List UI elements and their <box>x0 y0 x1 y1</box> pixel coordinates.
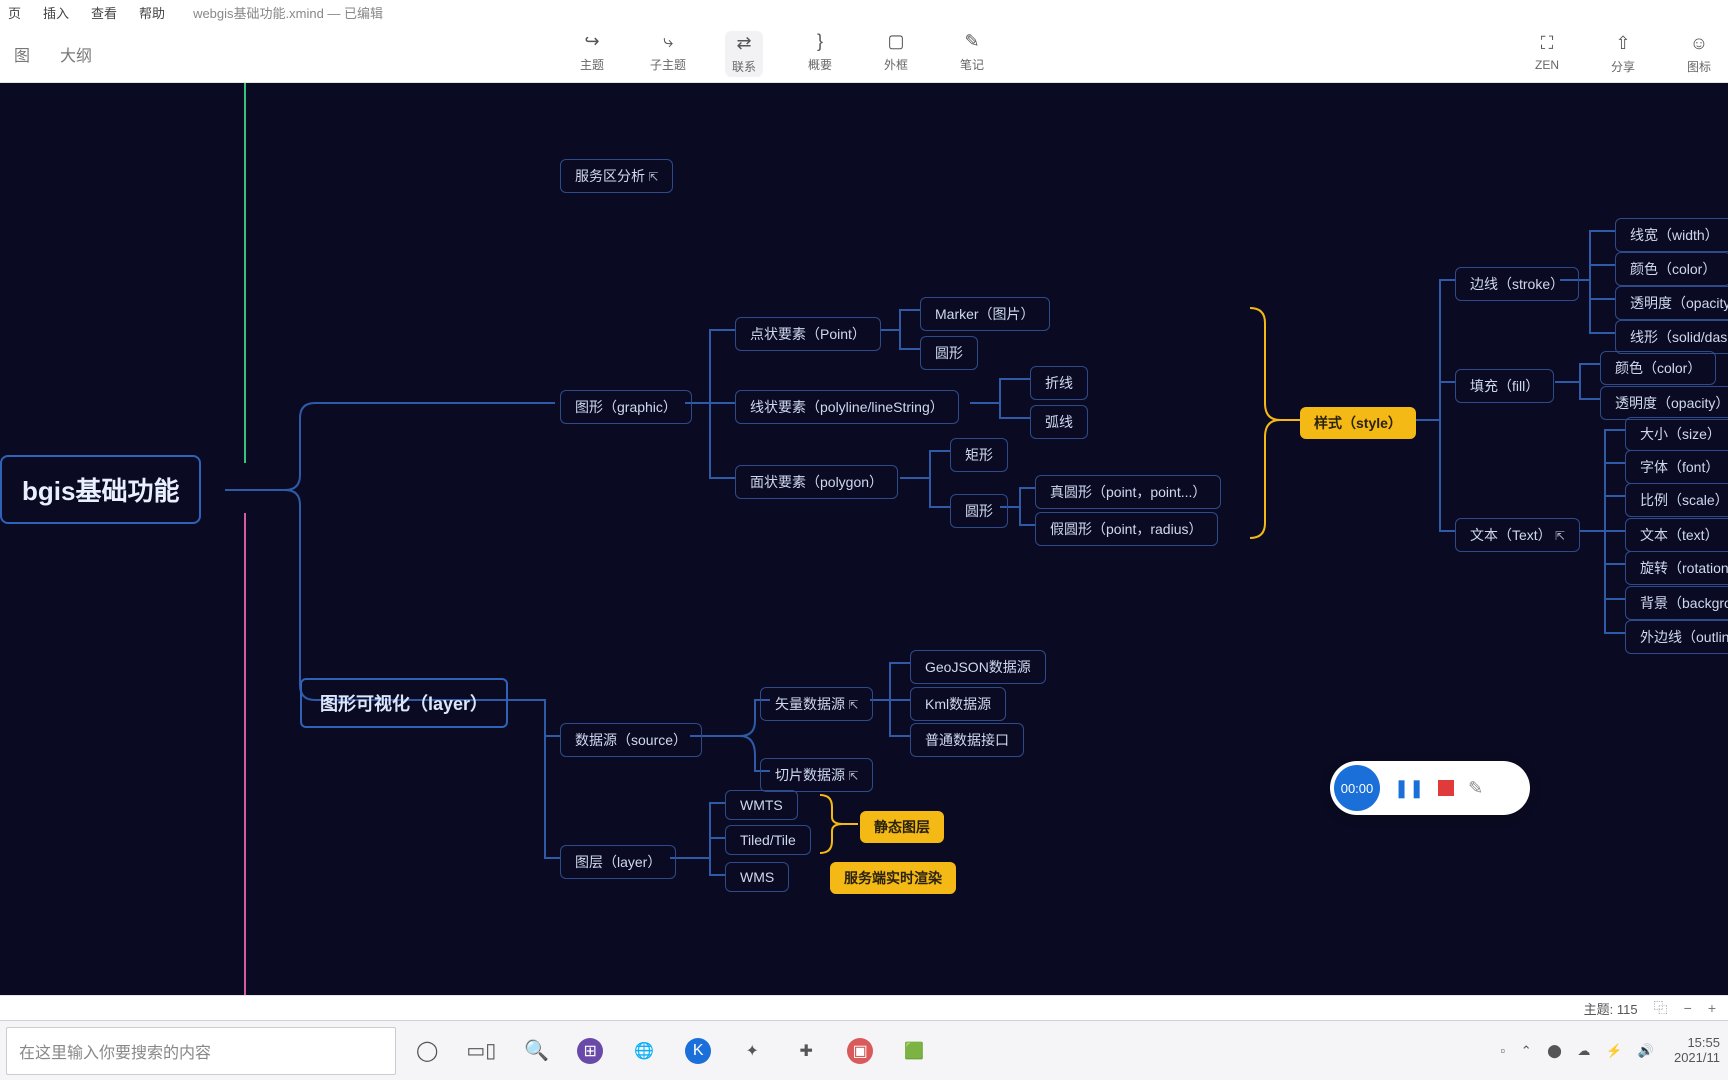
node-wms[interactable]: WMS <box>725 862 789 892</box>
node-service-layer[interactable]: 服务端实时渲染 <box>830 862 956 894</box>
node-true-circle[interactable]: 真圆形（point，point...） <box>1035 475 1221 509</box>
node-static-layer[interactable]: 静态图层 <box>860 811 944 843</box>
node-stroke-opacity[interactable]: 透明度（opacity <box>1615 286 1728 320</box>
topic-button[interactable]: ↪主题 <box>573 31 611 77</box>
app-icon-4[interactable]: ✚ <box>793 1038 819 1064</box>
node-custom-source[interactable]: 普通数据接口 <box>910 723 1024 757</box>
app-icon-1[interactable]: ⊞ <box>577 1038 603 1064</box>
windows-search[interactable]: 在这里输入你要搜索的内容 <box>6 1027 396 1075</box>
mindmap-canvas[interactable]: 服务区分析 bgis基础功能 图形（graphic） 点状要素（Point） M… <box>0 83 1728 995</box>
chrome-icon[interactable]: 🌐 <box>631 1038 657 1064</box>
node-service-area[interactable]: 服务区分析 <box>560 159 673 193</box>
emoji-button[interactable]: ☺图标 <box>1680 33 1718 75</box>
status-bar: 主题: 115 ⿻ − + <box>0 995 1728 1020</box>
node-text-rotate[interactable]: 旋转（rotation <box>1625 551 1728 585</box>
menu-view[interactable]: 查看 <box>91 3 117 22</box>
boundary-button[interactable]: ▢外框 <box>877 31 915 77</box>
node-fake-circle[interactable]: 假圆形（point，radius） <box>1035 512 1218 546</box>
app-icon-3[interactable]: ✦ <box>739 1038 765 1064</box>
node-text-scale[interactable]: 比例（scale） <box>1625 483 1728 517</box>
node-marker[interactable]: Marker（图片） <box>920 297 1050 331</box>
subtopic-button[interactable]: ⤷子主题 <box>649 31 687 77</box>
share-button[interactable]: ⇧分享 <box>1604 33 1642 75</box>
node-fill-opacity[interactable]: 透明度（opacity） <box>1600 386 1728 420</box>
tray-icons[interactable]: ▫ ⌃ ⬤ ☁ ⚡ 🔊 <box>1500 1043 1659 1059</box>
toolbar: 图 大纲 ↪主题 ⤷子主题 ⇄联系 }概要 ▢外框 ✎笔记 ⛶ZEN ⇧分享 ☺… <box>0 25 1728 83</box>
node-text-font[interactable]: 字体（font） <box>1625 450 1728 484</box>
node-rect[interactable]: 矩形 <box>950 438 1008 472</box>
node-text-size[interactable]: 大小（size） <box>1625 417 1728 451</box>
menu-bar: 页 插入 查看 帮助 webgis基础功能.xmind — 已编辑 <box>0 0 1728 25</box>
app-icon-2[interactable]: K <box>685 1038 711 1064</box>
system-tray[interactable]: ▫ ⌃ ⬤ ☁ ⚡ 🔊 15:55 2021/11 <box>1500 1036 1728 1065</box>
search-placeholder: 在这里输入你要搜索的内容 <box>19 1039 211 1063</box>
node-circle-group[interactable]: 圆形 <box>950 494 1008 528</box>
node-tile-source[interactable]: 切片数据源 <box>760 758 873 792</box>
node-tiled[interactable]: Tiled/Tile <box>725 825 811 855</box>
node-root[interactable]: bgis基础功能 <box>0 455 201 524</box>
outline-tree-icon[interactable]: ⿻ <box>1654 998 1668 1018</box>
node-polyline-arc[interactable]: 弧线 <box>1030 405 1088 439</box>
summary-button[interactable]: }概要 <box>801 31 839 77</box>
cortana-icon[interactable]: ◯ <box>416 1038 438 1063</box>
node-geojson[interactable]: GeoJSON数据源 <box>910 650 1046 684</box>
relation-icon: ⇄ <box>736 33 751 55</box>
share-icon: ⇧ <box>1615 33 1630 55</box>
node-fill[interactable]: 填充（fill） <box>1455 369 1554 403</box>
emoji-icon: ☺ <box>1690 33 1708 55</box>
subtopic-icon: ⤷ <box>663 31 673 53</box>
node-stroke-width[interactable]: 线宽（width） <box>1615 218 1728 252</box>
menu-insert[interactable]: 插入 <box>43 3 69 22</box>
node-text-outline[interactable]: 外边线（outlin <box>1625 620 1728 654</box>
node-layer[interactable]: 图层（layer） <box>560 845 676 879</box>
node-stroke-dash[interactable]: 线形（solid/das <box>1615 320 1728 354</box>
recorder-timer: 00:00 <box>1334 765 1380 811</box>
tab-graph[interactable]: 图 <box>10 36 34 72</box>
task-view-icon[interactable]: ▭▯ <box>466 1038 496 1063</box>
node-layer-viz[interactable]: 图形可视化（layer） <box>300 678 508 728</box>
node-vector-source[interactable]: 矢量数据源 <box>760 687 873 721</box>
node-polyline[interactable]: 线状要素（polyline/lineString） <box>735 390 959 424</box>
app-icon-6[interactable]: 🟩 <box>901 1038 927 1064</box>
screen-recorder[interactable]: 00:00 ❚❚ ✎ <box>1330 761 1530 815</box>
zoom-out-icon[interactable]: − <box>1684 1000 1692 1016</box>
note-icon: ✎ <box>964 31 979 53</box>
annotate-icon[interactable]: ✎ <box>1468 778 1483 799</box>
node-point[interactable]: 点状要素（Point） <box>735 317 881 351</box>
document-title: webgis基础功能.xmind — 已编辑 <box>193 3 383 22</box>
node-polyline-broken[interactable]: 折线 <box>1030 366 1088 400</box>
search-icon[interactable]: 🔍 <box>524 1038 549 1063</box>
relation-button[interactable]: ⇄联系 <box>725 31 763 77</box>
pause-icon[interactable]: ❚❚ <box>1394 778 1424 799</box>
zoom-in-icon[interactable]: + <box>1708 1000 1716 1016</box>
clock-date: 2021/11 <box>1674 1051 1720 1065</box>
clock-time: 15:55 <box>1674 1036 1720 1050</box>
menu-page[interactable]: 页 <box>8 3 21 22</box>
node-stroke-color[interactable]: 颜色（color） <box>1615 252 1728 286</box>
summary-icon: } <box>817 31 823 53</box>
node-text-text[interactable]: 文本（text） <box>1625 518 1728 552</box>
node-polygon[interactable]: 面状要素（polygon） <box>735 465 898 499</box>
boundary-icon: ▢ <box>888 31 905 53</box>
tab-outline[interactable]: 大纲 <box>56 36 96 72</box>
stop-icon[interactable] <box>1438 780 1454 796</box>
zen-button[interactable]: ⛶ZEN <box>1528 33 1566 75</box>
windows-taskbar: 在这里输入你要搜索的内容 ◯ ▭▯ 🔍 ⊞ 🌐 K ✦ ✚ ▣ 🟩 ▫ ⌃ ⬤ … <box>0 1020 1728 1080</box>
node-kml[interactable]: Kml数据源 <box>910 687 1006 721</box>
node-fill-color[interactable]: 颜色（color） <box>1600 351 1716 385</box>
fullscreen-icon: ⛶ <box>1541 33 1554 55</box>
note-button[interactable]: ✎笔记 <box>953 31 991 77</box>
node-text-bg[interactable]: 背景（backgro <box>1625 586 1728 620</box>
menu-help[interactable]: 帮助 <box>139 3 165 22</box>
app-icon-5[interactable]: ▣ <box>847 1038 873 1064</box>
topic-icon: ↪ <box>584 31 599 53</box>
node-graphic[interactable]: 图形（graphic） <box>560 390 692 424</box>
node-circle-shape[interactable]: 圆形 <box>920 336 978 370</box>
node-source[interactable]: 数据源（source） <box>560 723 702 757</box>
topic-count-label: 主题: 115 <box>1584 999 1638 1018</box>
node-stroke[interactable]: 边线（stroke） <box>1455 267 1579 301</box>
node-wmts[interactable]: WMTS <box>725 790 798 820</box>
node-style[interactable]: 样式（style） <box>1300 407 1416 439</box>
node-text[interactable]: 文本（Text） <box>1455 518 1580 552</box>
